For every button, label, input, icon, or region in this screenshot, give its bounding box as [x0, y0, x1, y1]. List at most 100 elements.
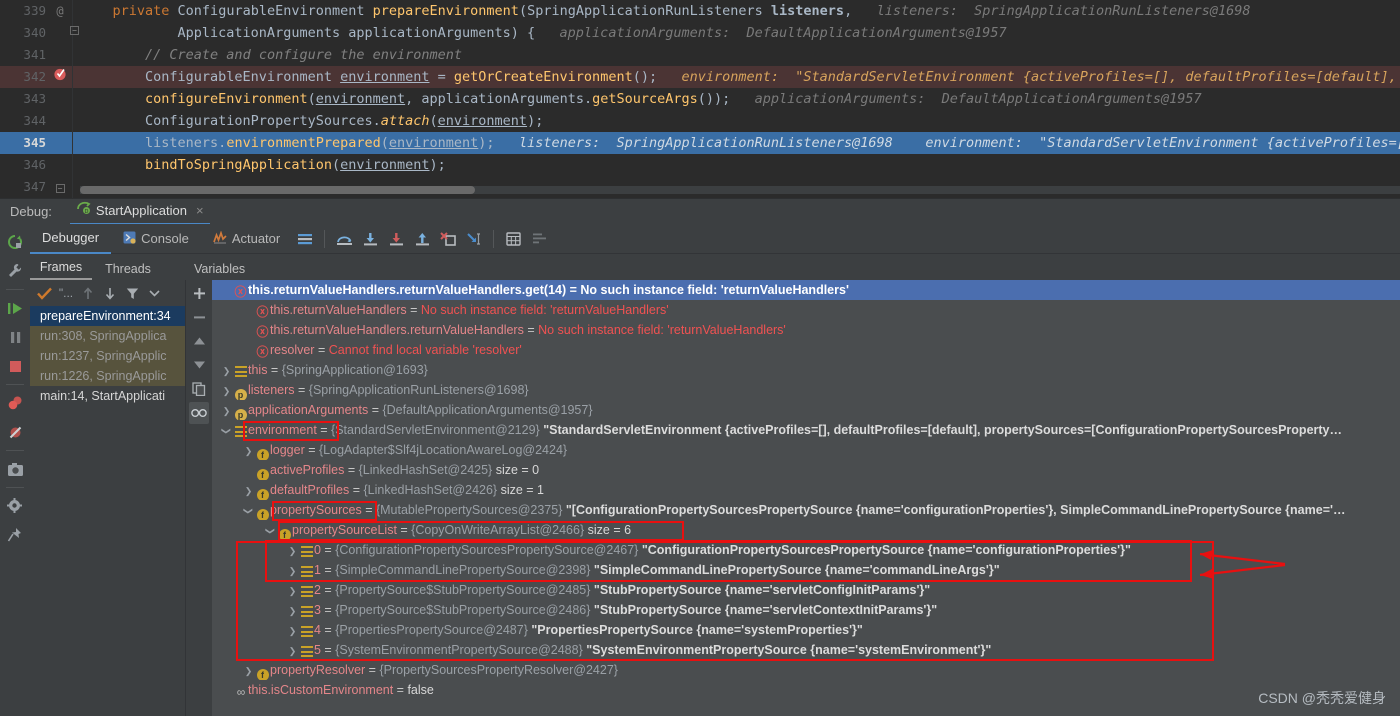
expand-chevron-icon[interactable]: ❯	[286, 541, 299, 560]
chevron-down-icon[interactable]	[144, 283, 164, 303]
variable-row[interactable]: ❯ f propertySourceList = {CopyOnWriteArray…	[212, 520, 1400, 540]
mute-breakpoints-icon[interactable]	[2, 418, 28, 446]
variable-row[interactable]: ❯ this = {SpringApplication@1693}	[212, 360, 1400, 380]
stack-frame-row[interactable]: main:14, StartApplicati	[30, 386, 185, 406]
code-line[interactable]: 345 listeners.environmentPrepared(enviro…	[0, 132, 1400, 154]
code-line[interactable]: 346 bindToSpringApplication(environment)…	[0, 154, 1400, 176]
pin-tab-icon[interactable]	[2, 521, 28, 549]
variable-row[interactable]: ❯ f propertySources = {MutablePropertySour…	[212, 500, 1400, 520]
editor-hscrollbar-thumb[interactable]	[80, 186, 475, 194]
variable-row[interactable]: ❯ f logger = {LogAdapter$Slf4jLocationAwar…	[212, 440, 1400, 460]
tab-actuator[interactable]: Actuator	[201, 224, 292, 254]
close-icon[interactable]: ×	[196, 203, 204, 218]
filter-icon[interactable]	[122, 283, 142, 303]
tab-frames[interactable]: Frames	[30, 260, 92, 280]
move-watch-up-icon[interactable]	[189, 330, 209, 352]
expand-chevron-icon[interactable]: ❯	[242, 661, 255, 680]
panel-divider[interactable]	[185, 280, 186, 716]
expand-chevron-icon[interactable]: ❯	[220, 361, 233, 380]
gutter-slot[interactable]	[48, 88, 72, 110]
variable-row[interactable]: ❯ 3 = {PropertySource$StubPropertySource@…	[212, 600, 1400, 620]
debug-session-tab[interactable]: D StartApplication ×	[69, 199, 210, 225]
copy-value-icon[interactable]	[189, 378, 209, 400]
code-fold-icon[interactable]: −	[48, 176, 72, 198]
remove-watch-icon[interactable]	[189, 306, 209, 328]
run-to-cursor-icon[interactable]	[461, 226, 487, 252]
gutter-slot[interactable]	[48, 154, 72, 176]
drop-frame-icon[interactable]	[435, 226, 461, 252]
expand-chevron-icon[interactable]: ❯	[220, 401, 233, 420]
add-watch-icon[interactable]	[189, 282, 209, 304]
gear-settings-icon[interactable]	[2, 492, 28, 520]
step-into-icon[interactable]	[357, 226, 383, 252]
tab-console[interactable]: Console	[111, 224, 201, 254]
variable-row[interactable]: ❯ⓧresolver = Cannot find local variable …	[212, 340, 1400, 360]
code-line[interactable]: 339 @ private ConfigurableEnvironment pre…	[0, 0, 1400, 22]
stack-frame-row[interactable]: run:1226, SpringApplic	[30, 366, 185, 386]
variable-row[interactable]: ❯ 5 = {SystemEnvironmentPropertySource@24…	[212, 640, 1400, 660]
stack-frame-row[interactable]: prepareEnvironment:34	[30, 306, 185, 326]
collapse-chevron-icon[interactable]: ❯	[217, 425, 237, 438]
code-line[interactable]: 341 // Create and configure the environm…	[0, 44, 1400, 66]
gutter-slot[interactable]	[48, 132, 72, 154]
expand-chevron-icon[interactable]: ❯	[286, 561, 299, 580]
code-line[interactable]: 340 ApplicationArguments applicationArgu…	[0, 22, 1400, 44]
tab-threads[interactable]: Threads	[92, 262, 164, 280]
move-watch-down-icon[interactable]	[189, 354, 209, 376]
tab-debugger[interactable]: Debugger	[30, 224, 112, 254]
code-line[interactable]: 343 configureEnvironment(environment, ap…	[0, 88, 1400, 110]
variable-row[interactable]: ❯ f defaultProfiles = {LinkedHashSet@2426}…	[212, 480, 1400, 500]
view-breakpoints-icon[interactable]	[2, 389, 28, 417]
pause-program-icon[interactable]	[2, 323, 28, 351]
expand-chevron-icon[interactable]: ❯	[286, 621, 299, 640]
layout-settings-icon[interactable]	[526, 226, 552, 252]
expand-chevron-icon[interactable]: ❯	[242, 481, 255, 500]
code-line[interactable]: 344 ConfigurationPropertySources.attach(…	[0, 110, 1400, 132]
variable-row[interactable]: ❯ f propertyResolver = {PropertySourcesPro…	[212, 660, 1400, 680]
move-up-icon[interactable]	[78, 283, 98, 303]
variable-row[interactable]: ❯ environment = {StandardServletEnvironme…	[212, 420, 1400, 440]
move-down-icon[interactable]	[100, 283, 120, 303]
stack-frame-row[interactable]: run:308, SpringApplica	[30, 326, 185, 346]
variable-row[interactable]: ❯ⓧthis.returnValueHandlers = No such ins…	[212, 300, 1400, 320]
show-execution-point-lines-icon[interactable]	[292, 226, 318, 252]
collapse-chevron-icon[interactable]: ❯	[261, 525, 281, 538]
variables-tree[interactable]: ❯ⓧthis.returnValueHandlers.returnValueHa…	[212, 280, 1400, 716]
force-step-into-icon[interactable]	[383, 226, 409, 252]
expand-chevron-icon[interactable]: ❯	[286, 581, 299, 600]
rerun-icon[interactable]	[2, 228, 28, 256]
stop-program-icon[interactable]	[2, 352, 28, 380]
expand-chevron-icon[interactable]: ❯	[286, 641, 299, 660]
variable-row[interactable]: ❯ p applicationArguments = {DefaultApplica…	[212, 400, 1400, 420]
step-over-icon[interactable]	[331, 226, 357, 252]
variable-row[interactable]: ❯ⓧthis.returnValueHandlers.returnValueHa…	[212, 280, 1400, 300]
gutter-slot[interactable]	[48, 44, 72, 66]
settings-wrench-icon[interactable]	[2, 257, 28, 285]
variable-row[interactable]: ❯∞this.isCustomEnvironment = false	[212, 680, 1400, 700]
collapse-chevron-icon[interactable]: ❯	[239, 505, 259, 518]
expand-chevron-icon[interactable]: ❯	[286, 601, 299, 620]
variable-row[interactable]: ❯ 4 = {PropertiesPropertySource@2487} "Pr…	[212, 620, 1400, 640]
stack-frame-row[interactable]: run:1237, SpringApplic	[30, 346, 185, 366]
expand-chevron-icon[interactable]: ❯	[242, 441, 255, 460]
variable-row[interactable]: ❯ⓧthis.returnValueHandlers.returnValueHa…	[212, 320, 1400, 340]
resume-program-icon[interactable]	[2, 294, 28, 322]
check-mark-icon[interactable]	[34, 283, 54, 303]
expand-chevron-icon[interactable]: ❯	[220, 381, 233, 400]
variable-row[interactable]: ❯ 0 = {ConfigurationPropertySourcesProper…	[212, 540, 1400, 560]
camera-screenshot-icon[interactable]	[2, 455, 28, 483]
code-editor[interactable]: 339 @ private ConfigurableEnvironment pre…	[0, 0, 1400, 198]
variable-row[interactable]: ❯ 1 = {SimpleCommandLinePropertySource@23…	[212, 560, 1400, 580]
gutter-slot[interactable]	[48, 110, 72, 132]
annotation-gutter-icon[interactable]: @	[48, 0, 72, 22]
variable-row[interactable]: ❯ 2 = {PropertySource$StubPropertySource@…	[212, 580, 1400, 600]
gutter-slot[interactable]	[48, 22, 72, 44]
code-line[interactable]: 342 ConfigurableEnvironment environment …	[0, 66, 1400, 88]
breakpoint-icon[interactable]	[48, 66, 72, 88]
step-out-icon[interactable]	[409, 226, 435, 252]
code-fold-icon[interactable]: −	[70, 26, 79, 35]
evaluate-expression-icon[interactable]	[500, 226, 526, 252]
variable-row[interactable]: ❯ p listeners = {SpringApplicationRunListe…	[212, 380, 1400, 400]
inspect-glasses-icon[interactable]	[189, 402, 209, 424]
variable-row[interactable]: ❯factiveProfiles = {LinkedHashSet@2425} …	[212, 460, 1400, 480]
